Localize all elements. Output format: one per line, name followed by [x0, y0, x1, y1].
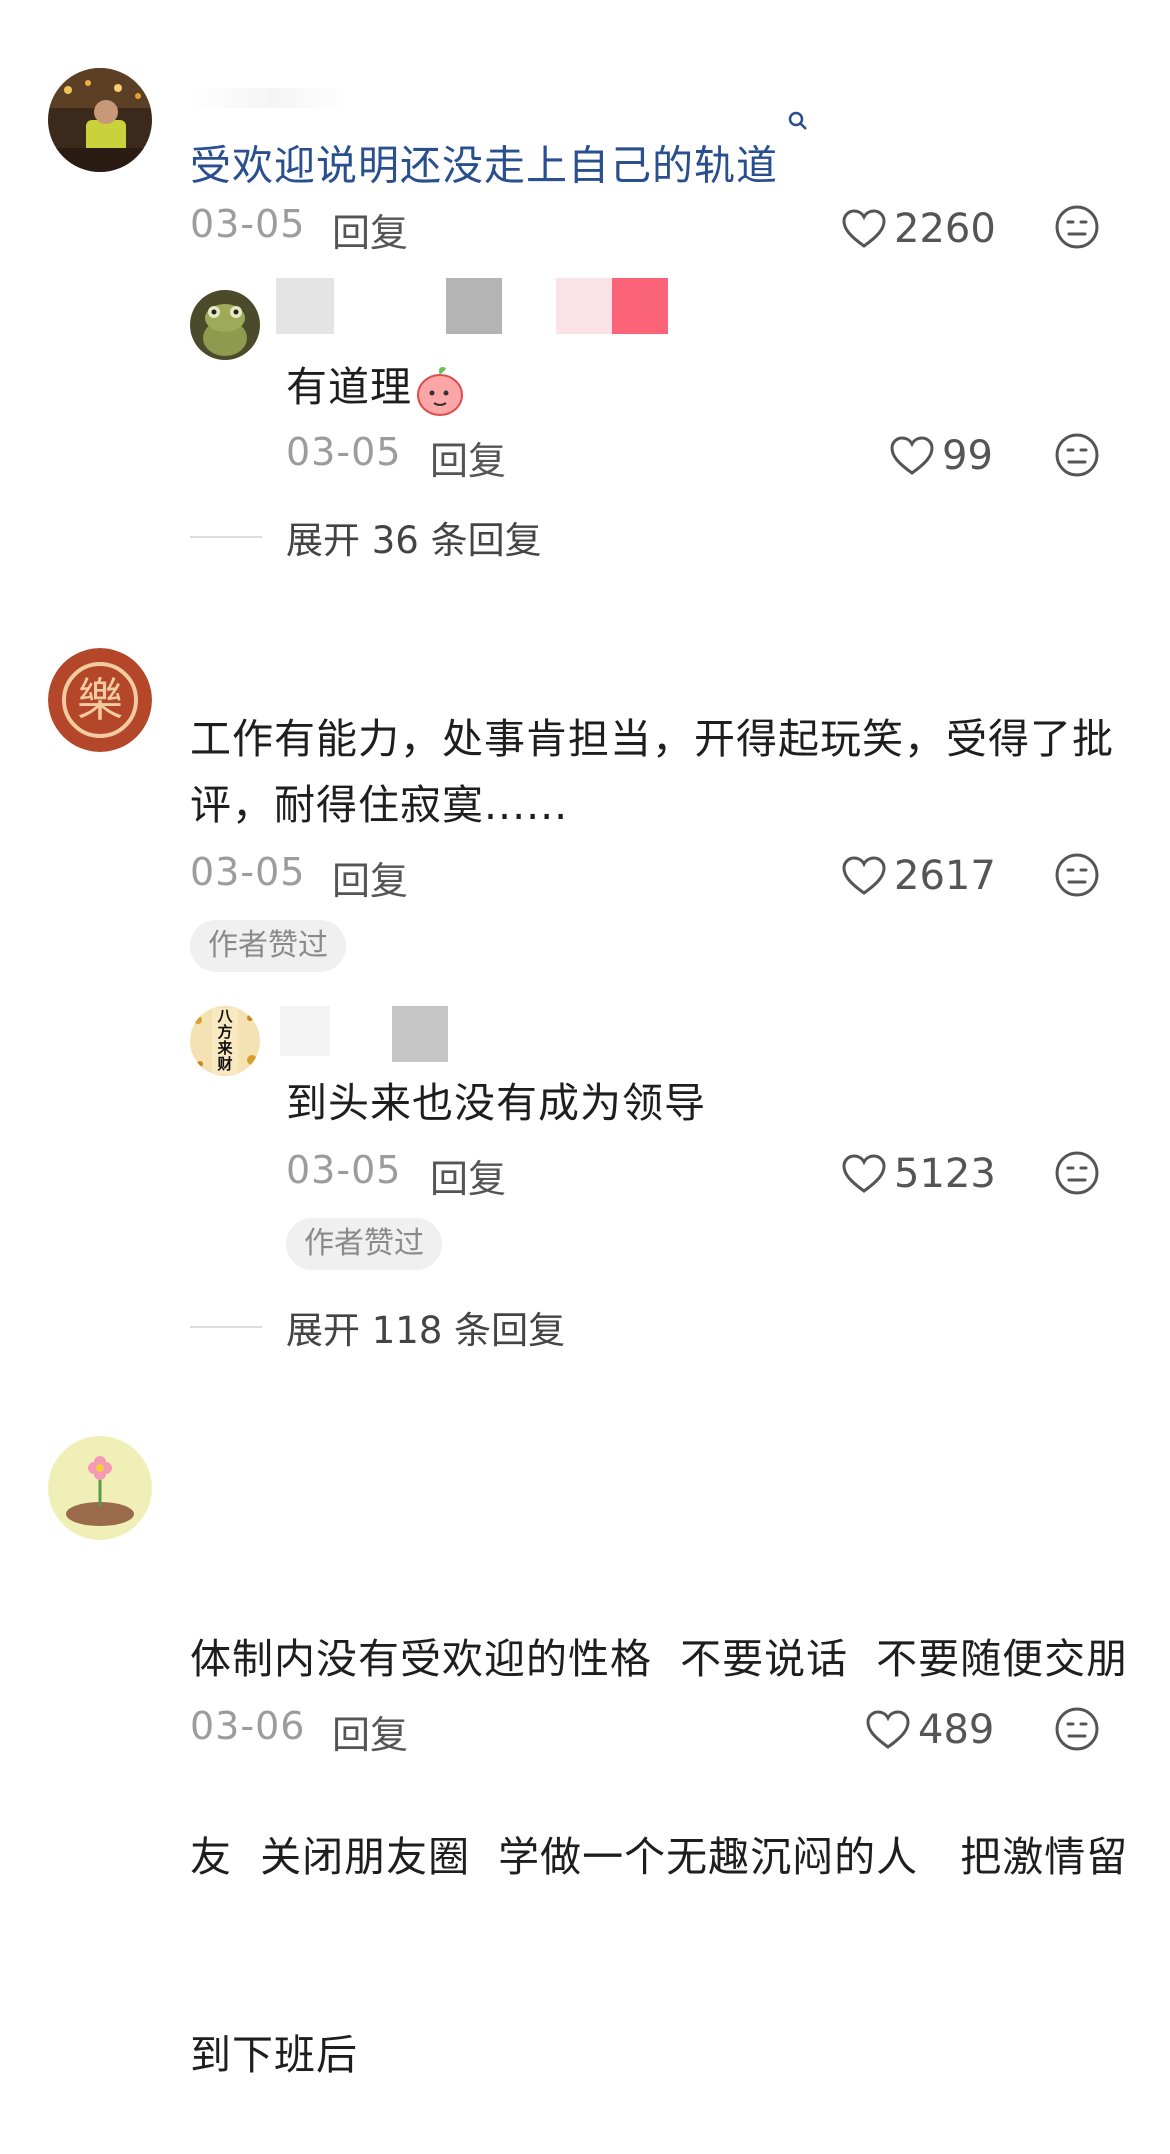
- like-button[interactable]: 2260: [842, 206, 996, 252]
- author-liked-badge: 作者赞过: [190, 920, 346, 972]
- avatar[interactable]: [190, 290, 260, 360]
- heart-icon: [866, 1710, 910, 1749]
- comment-date: 03-05: [190, 850, 306, 894]
- heart-icon: [842, 1154, 886, 1193]
- dislike-icon[interactable]: [1054, 1150, 1100, 1196]
- expand-replies-button[interactable]: 展开 36 条回复: [190, 510, 542, 564]
- reply-button[interactable]: 回复: [332, 1704, 408, 1759]
- like-button[interactable]: 5123: [842, 1151, 996, 1197]
- frog-avatar-icon: [190, 290, 260, 360]
- dislike-icon[interactable]: [1054, 852, 1100, 898]
- like-count: 5123: [894, 1151, 996, 1197]
- fortune-avatar-text: 八方来财: [217, 1007, 233, 1073]
- like-count: 2617: [894, 853, 996, 899]
- avatar[interactable]: 樂: [48, 648, 152, 752]
- author-liked-badge: 作者赞过: [286, 1218, 442, 1270]
- reply-button[interactable]: 回复: [332, 850, 408, 905]
- dislike-icon[interactable]: [1054, 204, 1100, 250]
- like-button[interactable]: 2617: [842, 853, 996, 899]
- like-button[interactable]: 99: [890, 433, 993, 479]
- like-button[interactable]: 489: [866, 1707, 994, 1753]
- reply-text: 到头来也没有成为领导: [286, 1079, 706, 1127]
- comment-date: 03-06: [190, 1704, 306, 1748]
- le-character-avatar-icon: 樂: [48, 648, 152, 752]
- username-blurred: [612, 278, 668, 334]
- reply-button[interactable]: 回复: [430, 430, 506, 485]
- dislike-icon[interactable]: [1054, 432, 1100, 478]
- username-blurred: [280, 1006, 330, 1056]
- reply-button[interactable]: 回复: [332, 202, 408, 257]
- like-count: 2260: [894, 206, 996, 252]
- comment-text: 受欢迎说明还没走上自己的轨道: [190, 112, 808, 199]
- heart-icon: [842, 209, 886, 248]
- reply-date: 03-05: [286, 1148, 402, 1192]
- divider: [190, 1326, 262, 1328]
- like-count: 99: [942, 433, 993, 479]
- username-blurred: [392, 1006, 448, 1062]
- dislike-icon[interactable]: [1054, 1706, 1100, 1752]
- username-blurred: [190, 88, 350, 108]
- comment-date: 03-05: [190, 202, 306, 246]
- man-photo-avatar-icon: [48, 68, 152, 172]
- heart-icon: [842, 856, 886, 895]
- heart-icon: [890, 436, 934, 475]
- reply-button[interactable]: 回复: [430, 1148, 506, 1203]
- like-count: 489: [918, 1707, 995, 1753]
- username-blurred: [446, 278, 502, 334]
- search-icon[interactable]: [780, 112, 808, 171]
- reply-date: 03-05: [286, 430, 402, 474]
- peach-face-emoji-icon: [417, 367, 463, 416]
- expand-replies-button[interactable]: 展开 118 条回复: [190, 1300, 565, 1354]
- avatar[interactable]: [48, 68, 152, 172]
- username-blurred: [276, 278, 334, 334]
- reply-text: 有道理: [286, 354, 466, 420]
- comment-text: 工作有能力，处事肯担当，开得起玩笑，受得了批 评，耐得住寂寞......: [190, 715, 1114, 829]
- flower-avatar-icon: [48, 1436, 152, 1540]
- divider: [190, 536, 262, 538]
- svg-text:樂: 樂: [77, 673, 123, 727]
- username-blurred: [556, 278, 612, 334]
- avatar[interactable]: [48, 1436, 152, 1540]
- comment-text: 体制内没有受欢迎的性格 不要说话 不要随便交朋 友 关闭朋友圈 学做一个无趣沉闷…: [190, 1635, 1129, 2079]
- avatar[interactable]: 八方来财: [190, 1006, 260, 1076]
